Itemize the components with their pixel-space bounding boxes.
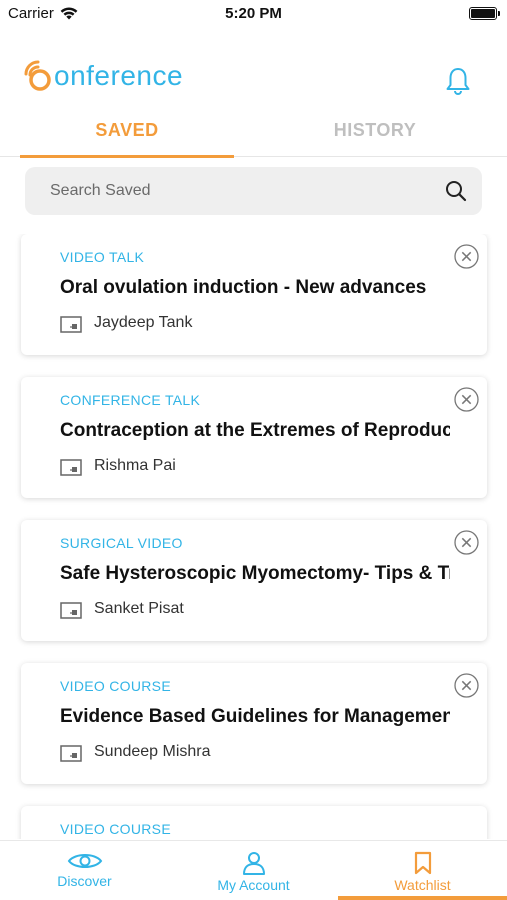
card-title: Evidence Based Guidelines for Management [60,706,450,727]
presenter-icon [60,459,82,476]
presenter-icon [60,745,82,762]
app-logo: onference [20,56,183,96]
nav-discover-label: Discover [57,873,112,889]
card-title: Contraception at the Extremes of Reprodu… [60,420,450,441]
search-bar [25,167,482,215]
card-author: Sanket Pisat [94,600,184,617]
nav-my-account[interactable]: My Account [169,841,338,900]
search-input[interactable] [25,167,425,215]
tab-saved[interactable]: SAVED [20,116,234,158]
tab-bar: SAVED HISTORY [0,116,507,158]
saved-card[interactable]: CONFERENCE TALK Contraception at the Ext… [21,377,487,498]
card-type: CONFERENCE TALK [60,392,201,408]
saved-list[interactable]: VIDEO TALK Oral ovulation induction - Ne… [0,234,507,839]
remove-icon[interactable] [454,387,479,412]
saved-card[interactable]: VIDEO COURSE Evidence Based Guidelines f… [21,663,487,784]
remove-icon[interactable] [454,673,479,698]
nav-discover[interactable]: Discover [0,841,169,900]
bell-icon[interactable] [445,66,471,96]
user-icon [242,852,265,875]
battery-icon [469,7,500,20]
logo-mark-icon [24,60,51,91]
nav-watchlist-label: Watchlist [394,877,451,893]
search-icon[interactable] [444,179,468,203]
remove-icon[interactable] [454,530,479,555]
presenter-icon [60,316,82,333]
presenter-icon [60,602,82,619]
remove-icon[interactable] [454,244,479,269]
card-author: Sundeep Mishra [94,743,211,760]
saved-card[interactable]: VIDEO COURSE [21,806,487,839]
tab-history[interactable]: HISTORY [268,116,482,157]
saved-card[interactable]: SURGICAL VIDEO Safe Hysteroscopic Myomec… [21,520,487,641]
nav-my-account-label: My Account [217,877,290,893]
card-type: VIDEO COURSE [60,678,171,694]
saved-card[interactable]: VIDEO TALK Oral ovulation induction - Ne… [21,234,487,355]
card-type: VIDEO TALK [60,249,145,265]
nav-watchlist[interactable]: Watchlist [338,841,507,900]
app-header: onference SAVED HISTORY [0,26,507,158]
active-tab-indicator [338,896,507,900]
status-bar: Carrier 5:20 PM [0,0,507,26]
eye-icon [67,854,102,868]
card-title: Oral ovulation induction - New advances [60,277,427,298]
status-time: 5:20 PM [225,5,282,22]
bottom-nav: Discover My Account Watchlist [0,840,507,900]
card-title: Safe Hysteroscopic Myomectomy- Tips & Tr… [60,563,450,584]
card-type: VIDEO COURSE [60,821,171,837]
logo-wordmark: onference [54,60,184,91]
card-type: SURGICAL VIDEO [60,535,183,551]
card-author: Rishma Pai [94,457,176,474]
bookmark-icon [414,851,431,875]
card-author: Jaydeep Tank [94,314,193,331]
